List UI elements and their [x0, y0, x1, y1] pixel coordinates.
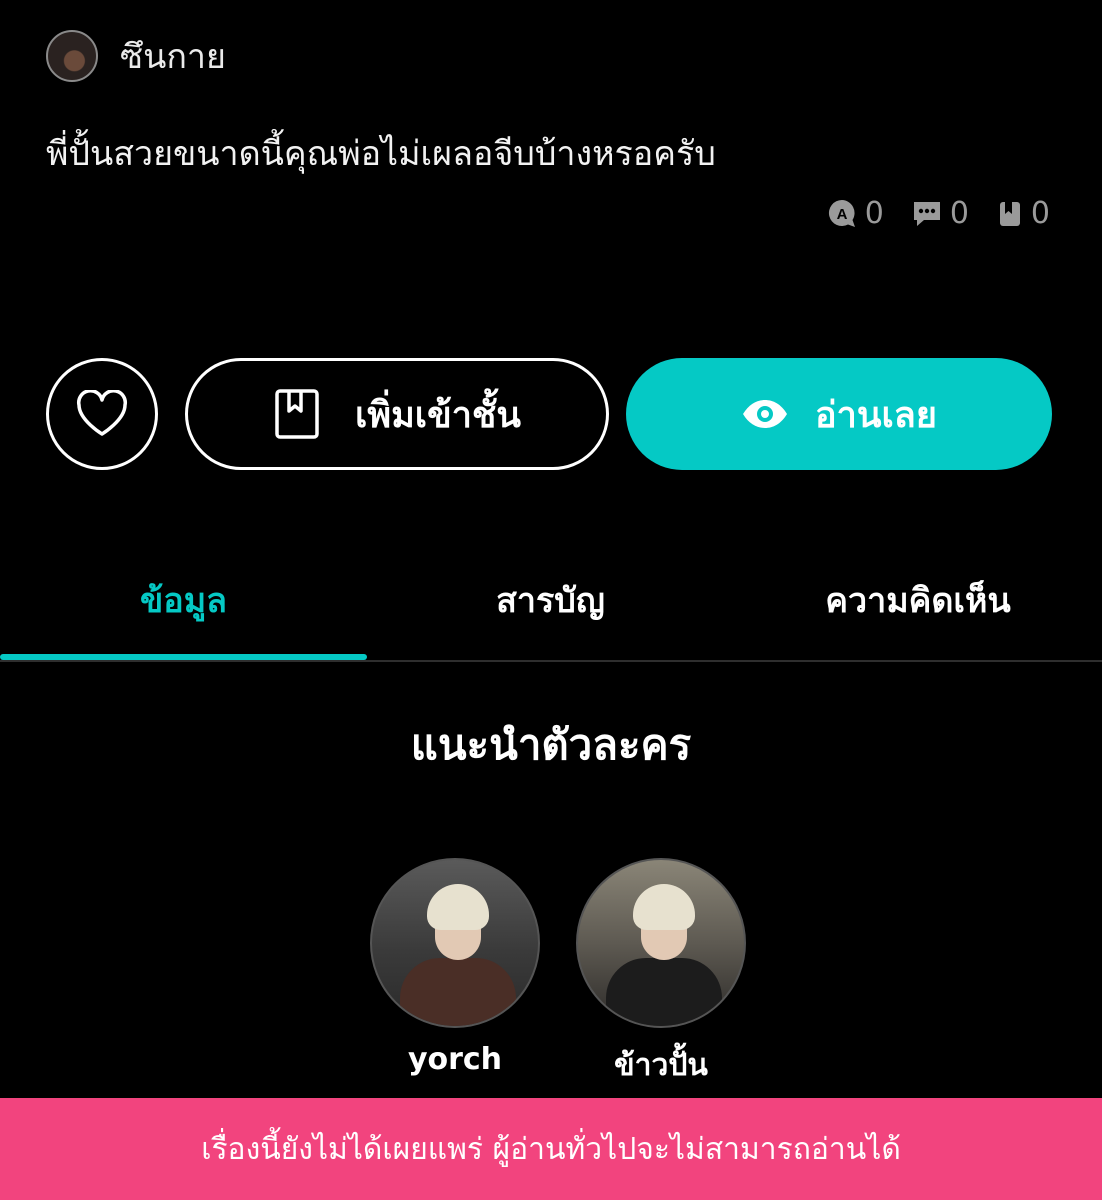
- character-card[interactable]: ข้าวปั้น: [576, 858, 746, 1089]
- character-avatar[interactable]: [370, 858, 540, 1028]
- svg-text:A: A: [836, 206, 847, 223]
- character-avatar[interactable]: [576, 858, 746, 1028]
- section-title: แนะนำตัวละคร: [410, 720, 692, 769]
- book-bookmark-icon: [275, 389, 319, 439]
- like-button[interactable]: [46, 358, 158, 470]
- stat-comments-value: 0: [949, 196, 969, 231]
- character-name: yorch: [407, 1042, 503, 1077]
- stat-bookmarks: 0: [995, 196, 1050, 231]
- stat-chat-a-value: 0: [864, 196, 884, 231]
- author-row[interactable]: ซึนกาย: [46, 30, 226, 82]
- tab-info[interactable]: ข้อมูล: [0, 540, 367, 660]
- character-card[interactable]: yorch: [370, 858, 540, 1077]
- story-page: ซึนกาย พี่ปั้นสวยขนาดนี้คุณพ่อไม่เผลอจีบ…: [0, 0, 1102, 1200]
- stat-chat-a: A 0: [825, 196, 884, 231]
- story-subtitle: พี่ปั้นสวยขนาดนี้คุณพ่อไม่เผลอจีบบ้างหรอ…: [46, 134, 716, 174]
- stat-bookmarks-value: 0: [1030, 196, 1050, 231]
- heart-icon: [76, 390, 128, 436]
- tab-bar: ข้อมูล สารบัญ ความคิดเห็น: [0, 540, 1102, 662]
- add-to-shelf-button[interactable]: เพิ่มเข้าชั้น: [185, 358, 609, 470]
- story-stats: A 0 0 0: [825, 196, 1050, 231]
- read-now-label: อ่านเลย: [815, 394, 937, 436]
- author-avatar[interactable]: [46, 30, 98, 82]
- tab-comments[interactable]: ความคิดเห็น: [734, 540, 1102, 660]
- bookmark-icon: [999, 201, 1020, 226]
- character-name: ข้าวปั้น: [614, 1048, 708, 1083]
- eye-icon: [743, 400, 788, 428]
- tab-table-of-contents[interactable]: สารบัญ: [367, 540, 734, 660]
- author-name[interactable]: ซึนกาย: [120, 29, 226, 83]
- comment-icon: [913, 201, 940, 226]
- unpublished-banner: เรื่องนี้ยังไม่ได้เผยแพร่ ผู้อ่านทั่วไปจ…: [0, 1098, 1102, 1200]
- active-tab-indicator: [0, 654, 367, 660]
- read-now-button[interactable]: อ่านเลย: [626, 358, 1052, 470]
- stat-comments: 0: [910, 196, 969, 231]
- add-to-shelf-label: เพิ่มเข้าชั้น: [355, 394, 521, 436]
- chat-a-icon: A: [828, 199, 855, 227]
